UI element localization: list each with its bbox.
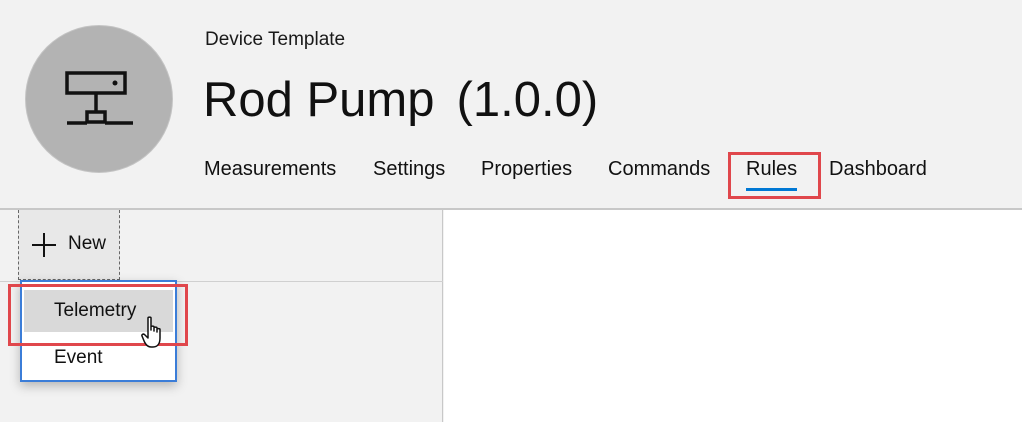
template-name: Rod Pump <box>203 73 435 127</box>
template-version: (1.0.0) <box>456 73 599 127</box>
tab-properties[interactable]: Properties <box>481 158 572 181</box>
rule-detail-pane <box>444 210 1022 422</box>
page-title: Rod Pump (1.0.0) <box>203 72 598 128</box>
hand-cursor-icon <box>141 316 161 348</box>
tab-commands[interactable]: Commands <box>608 158 710 181</box>
device-avatar <box>25 25 173 173</box>
new-rule-button[interactable]: New <box>18 210 120 280</box>
plus-icon <box>32 233 56 257</box>
device-network-icon <box>65 71 133 125</box>
tab-settings[interactable]: Settings <box>373 158 445 181</box>
tab-dashboard[interactable]: Dashboard <box>829 158 927 181</box>
tab-measurements[interactable]: Measurements <box>204 158 336 181</box>
page-header: Device Template Rod Pump (1.0.0) Measurem… <box>0 0 1022 208</box>
rules-tab-highlight <box>728 152 821 199</box>
menu-item-event-label: Event <box>54 347 103 368</box>
page-subtitle: Device Template <box>205 29 346 50</box>
new-rule-label: New <box>68 233 107 254</box>
